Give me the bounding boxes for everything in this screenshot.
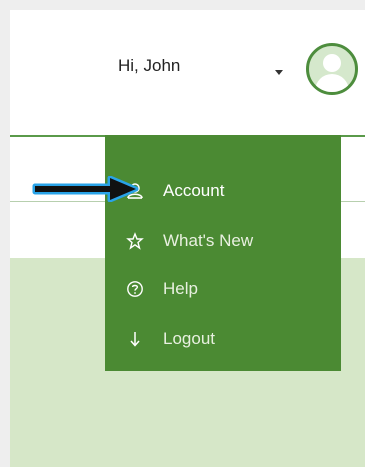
avatar-body-icon — [315, 74, 349, 92]
menu-item-logout[interactable]: Logout — [105, 315, 341, 363]
user-greeting[interactable]: Hi, John — [118, 56, 180, 76]
annotation-arrow-icon — [32, 176, 139, 202]
top-header: Hi, John — [10, 10, 365, 137]
menu-item-label: Account — [163, 181, 225, 200]
star-icon — [125, 231, 145, 251]
help-icon — [125, 279, 145, 299]
menu-item-help[interactable]: Help — [105, 265, 341, 313]
user-dropdown-menu: Account What's New Help Logout — [105, 135, 341, 371]
dropdown-caret-icon[interactable] — [275, 70, 283, 75]
menu-item-label: Logout — [163, 329, 215, 348]
logout-icon — [125, 329, 145, 349]
avatar[interactable] — [306, 43, 358, 95]
menu-item-label: Help — [163, 279, 198, 298]
app-frame: Hi, John Account What's New Help Logout — [10, 10, 365, 467]
avatar-head-icon — [323, 54, 341, 72]
menu-item-whats-new[interactable]: What's New — [105, 217, 341, 265]
menu-item-label: What's New — [163, 231, 254, 250]
